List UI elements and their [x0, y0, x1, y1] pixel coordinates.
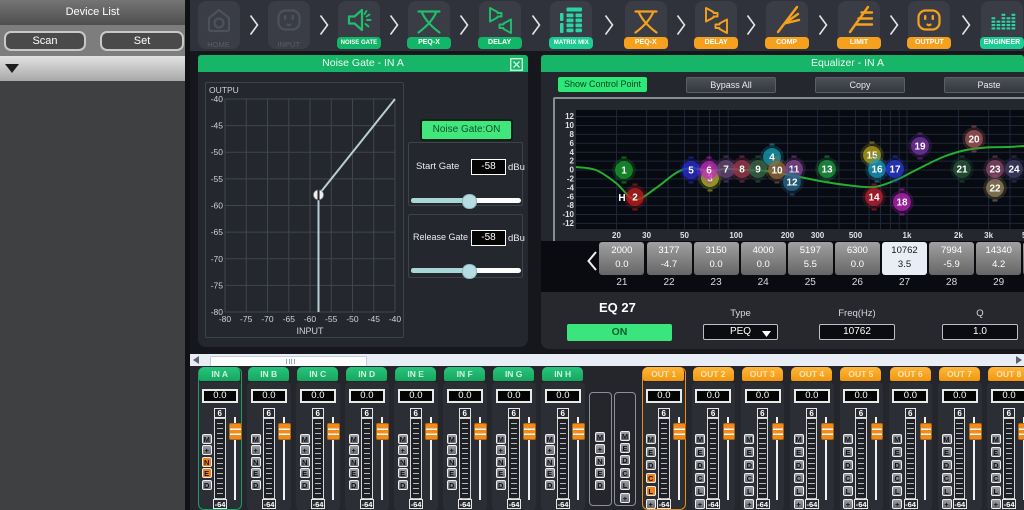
svg-text:4: 4 [570, 148, 575, 157]
svg-text:-70: -70 [261, 314, 274, 324]
svg-text:10: 10 [565, 121, 574, 130]
svg-text:500: 500 [849, 231, 863, 240]
svg-text:17: 17 [889, 165, 901, 176]
svg-text:-50: -50 [211, 147, 224, 157]
svg-text:-40: -40 [211, 94, 224, 104]
svg-text:5: 5 [688, 166, 694, 177]
svg-text:-45: -45 [211, 121, 224, 131]
svg-text:16: 16 [871, 165, 883, 176]
svg-text:20: 20 [612, 231, 621, 240]
svg-text:-65: -65 [283, 314, 296, 324]
svg-text:6: 6 [570, 139, 575, 148]
svg-text:-60: -60 [304, 314, 317, 324]
svg-text:-12: -12 [562, 219, 574, 228]
svg-text:-75: -75 [211, 280, 224, 290]
svg-text:-8: -8 [567, 201, 575, 210]
svg-text:2: 2 [632, 193, 638, 204]
svg-text:H: H [618, 193, 625, 204]
svg-text:30: 30 [642, 231, 651, 240]
svg-text:-65: -65 [211, 227, 224, 237]
svg-text:22: 22 [989, 184, 1001, 195]
svg-text:300: 300 [811, 231, 825, 240]
svg-text:1: 1 [621, 166, 627, 177]
svg-text:50: 50 [680, 231, 689, 240]
svg-text:-55: -55 [211, 174, 224, 184]
svg-text:-50: -50 [346, 314, 359, 324]
svg-text:200: 200 [781, 231, 795, 240]
svg-text:18: 18 [896, 198, 908, 209]
svg-text:0: 0 [570, 166, 575, 175]
svg-text:7: 7 [723, 165, 729, 176]
svg-text:12: 12 [786, 178, 798, 189]
svg-text:-75: -75 [240, 314, 253, 324]
svg-text:-55: -55 [325, 314, 338, 324]
svg-text:24: 24 [1008, 165, 1020, 176]
svg-text:8: 8 [739, 165, 745, 176]
svg-text:13: 13 [821, 165, 833, 176]
svg-text:9: 9 [755, 165, 761, 176]
svg-text:2: 2 [570, 157, 575, 166]
svg-text:3k: 3k [984, 231, 993, 240]
svg-text:6: 6 [706, 166, 712, 177]
svg-text:INPUT: INPUT [297, 326, 325, 336]
svg-text:14: 14 [868, 193, 880, 204]
svg-text:10: 10 [771, 166, 783, 177]
svg-text:1k: 1k [903, 231, 912, 240]
svg-text:20: 20 [968, 135, 980, 146]
svg-text:21: 21 [956, 165, 968, 176]
svg-text:-10: -10 [562, 210, 574, 219]
svg-text:-45: -45 [368, 314, 381, 324]
svg-text:-4: -4 [567, 183, 575, 192]
svg-text:2k: 2k [954, 231, 963, 240]
svg-text:12: 12 [565, 112, 574, 121]
svg-text:8: 8 [570, 130, 575, 139]
svg-text:-2: -2 [567, 175, 575, 184]
svg-text:-6: -6 [567, 192, 575, 201]
svg-text:19: 19 [914, 142, 926, 153]
svg-text:23: 23 [989, 165, 1001, 176]
svg-text:-70: -70 [211, 254, 224, 264]
svg-text:-40: -40 [389, 314, 402, 324]
svg-text:100: 100 [729, 231, 743, 240]
svg-text:-80: -80 [219, 314, 232, 324]
svg-text:-60: -60 [211, 201, 224, 211]
